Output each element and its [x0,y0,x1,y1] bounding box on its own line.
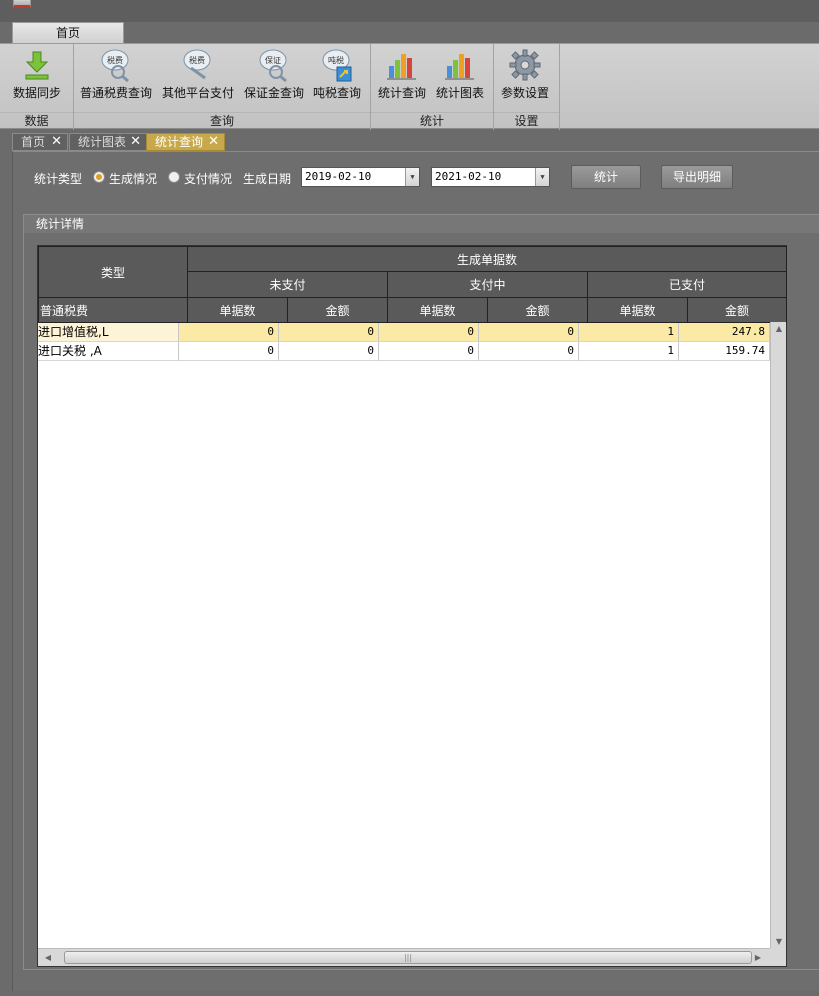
ribbon-group-label: 设置 [494,112,559,129]
table-row[interactable]: 进口关税 ,A 0 0 0 0 1 159.74 [38,342,770,361]
tax-query-icon: 税费 [101,49,129,82]
scroll-thumb[interactable]: ||| [64,951,752,964]
param-settings-button[interactable]: 参数设置 [501,48,549,100]
date-from-input[interactable]: 2019-02-10 ▼ [301,167,420,187]
tax-query-button[interactable]: 税费 普通税费查询 [80,48,152,100]
header-category: 普通税费 [38,297,188,323]
doc-tab-stats-chart[interactable]: 统计图表 ✕ [69,133,147,151]
radio-pay-label[interactable]: 支付情况 [184,170,232,187]
radio-pay[interactable] [168,171,180,183]
svg-text:税费: 税费 [107,55,123,65]
tonnage-tax-query-button[interactable]: 吨税 吨税查询 [313,48,361,100]
close-icon[interactable]: ✕ [51,134,62,150]
deposit-query-button[interactable]: 保证 保证金查询 [244,48,304,100]
header-amount: 金额 [487,297,588,323]
ribbon-group-label: 统计 [371,112,493,129]
tonnage-tax-icon: 吨税 [322,49,352,82]
gear-icon [509,49,541,81]
vertical-scrollbar[interactable]: ▲ ▼ [770,322,786,949]
radio-generate-label[interactable]: 生成情况 [109,170,157,187]
header-amount: 金额 [287,297,388,323]
horizontal-scrollbar[interactable]: ◀ ||| ▶ [38,948,770,966]
close-icon[interactable]: ✕ [208,134,219,150]
cell-value: 159.74 [679,342,770,361]
scroll-up-icon[interactable]: ▲ [771,322,787,336]
ribbon: 数据同步 数据 税费 普通税费查询 税费 其他平台支付 保证 保证金查询 吨税 … [0,43,819,130]
other-platform-pay-button[interactable]: 税费 其他平台支付 [162,48,234,100]
cell-value: 0 [179,323,279,342]
stats-chart-button[interactable]: 统计图表 [436,48,484,100]
svg-text:吨税: 吨税 [328,55,344,65]
date-label: 生成日期 [243,172,292,186]
cell-value: 0 [379,323,479,342]
date-to-input[interactable]: 2021-02-10 ▼ [431,167,550,187]
stats-details-group: 统计详情 类型 生成单据数 未支付 支付中 已支付 普通税费 单据数 金额 单据… [23,214,819,970]
stat-button[interactable]: 统计 [571,165,641,189]
scroll-right-icon[interactable]: ▶ [750,949,766,967]
ribbon-tab-home[interactable]: 首页 [12,22,124,44]
table-row[interactable]: 进口增值税,L 0 0 0 0 1 247.8 [38,323,770,342]
ribbon-group-label: 数据 [0,112,73,129]
cell-value: 0 [479,342,579,361]
cell-type: 进口增值税,L [38,323,179,342]
ribbon-group-settings: 参数设置 设置 [494,44,560,130]
header-paid: 已支付 [587,271,787,298]
header-count: 单据数 [387,297,488,323]
header-generated-count: 生成单据数 [187,246,787,272]
ribbon-group-label: 查询 [74,112,370,129]
filter-bar: 统计类型 生成情况 支付情况 生成日期 2019-02-10 ▼ 2021-02… [13,152,819,207]
cell-value: 0 [279,323,379,342]
ribbon-group-query: 税费 普通税费查询 税费 其他平台支付 保证 保证金查询 吨税 吨税查询 查询 [74,44,371,130]
scroll-left-icon[interactable]: ◀ [40,949,56,967]
title-bar [0,0,819,22]
deposit-query-icon: 保证 [259,49,287,82]
bar-chart-icon [387,54,416,80]
cell-value: 0 [179,342,279,361]
cell-value: 0 [479,323,579,342]
cell-value: 1 [579,342,679,361]
app-icon [13,0,31,8]
header-unpaid: 未支付 [187,271,388,298]
ribbon-group-stats: 统计查询 统计图表 统计 [371,44,494,130]
cell-type: 进口关税 ,A [38,342,179,361]
export-button[interactable]: 导出明细 [661,165,733,189]
doc-tab-home[interactable]: 首页 ✕ [12,133,68,151]
stat-type-label: 统计类型 [34,172,83,186]
header-count: 单据数 [187,297,288,323]
stats-query-button[interactable]: 统计查询 [378,48,426,100]
chevron-down-icon[interactable]: ▼ [535,168,549,186]
tax-pay-icon: 税费 [183,49,211,80]
ribbon-group-data: 数据同步 数据 [0,44,74,130]
header-amount: 金额 [687,297,787,323]
stats-grid: 类型 生成单据数 未支付 支付中 已支付 普通税费 单据数 金额 单据数 金额 … [37,245,787,967]
svg-text:保证: 保证 [265,55,281,65]
header-count: 单据数 [587,297,688,323]
cell-value: 0 [279,342,379,361]
data-sync-button[interactable]: 数据同步 [13,48,61,100]
header-paying: 支付中 [387,271,588,298]
cell-value: 247.8 [679,323,770,342]
doc-tab-stats-query[interactable]: 统计查询 ✕ [146,133,225,151]
scroll-corner [770,948,786,966]
radio-generate[interactable] [93,171,105,183]
header-type: 类型 [38,246,188,298]
cell-value: 1 [579,323,679,342]
bar-chart-icon [445,54,474,80]
group-title: 统计详情 [24,215,819,233]
svg-text:税费: 税费 [189,55,205,65]
download-icon [25,51,49,80]
close-icon[interactable]: ✕ [130,134,141,150]
scroll-down-icon[interactable]: ▼ [771,935,787,949]
cell-value: 0 [379,342,479,361]
content-panel: 统计类型 生成情况 支付情况 生成日期 2019-02-10 ▼ 2021-02… [12,151,819,991]
chevron-down-icon[interactable]: ▼ [405,168,419,186]
